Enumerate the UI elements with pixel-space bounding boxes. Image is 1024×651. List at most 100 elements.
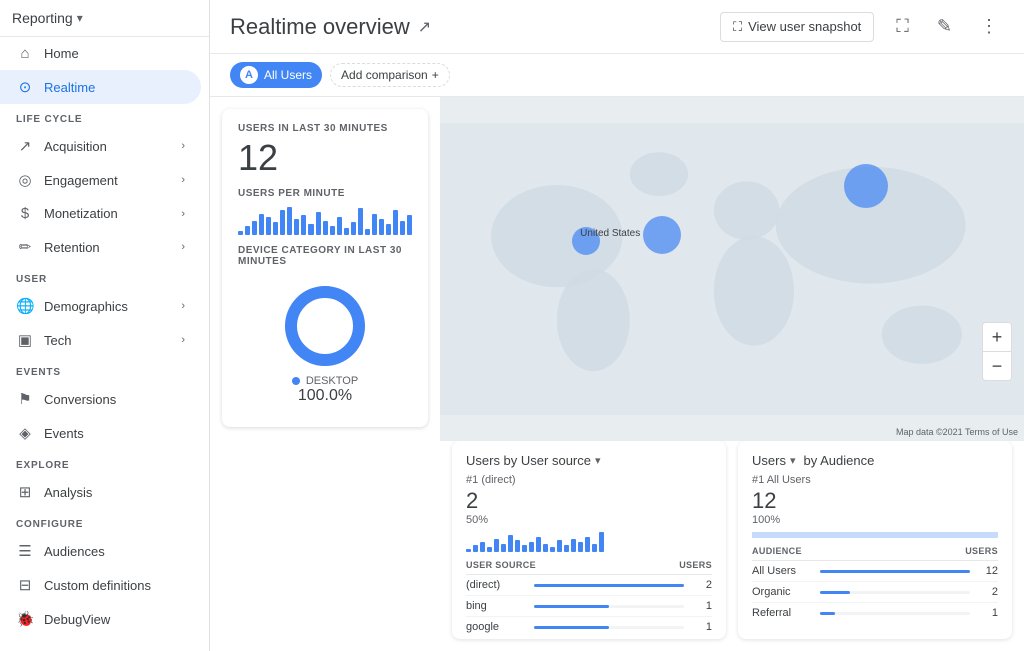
add-comparison-label: Add comparison: [341, 68, 428, 82]
user-source-title: Users by User source ▾: [466, 453, 712, 468]
source-table: USER SOURCE USERS (direct) 2 bing 1 goog…: [466, 560, 712, 637]
spark-bar-item: [529, 542, 534, 552]
spark-bar-item: [550, 547, 555, 552]
bottom-panels: Users by User source ▾ #1 (direct) 2 50%…: [440, 441, 1024, 651]
mini-bar-item: [301, 215, 306, 234]
spark-bar-item: [557, 540, 562, 552]
row-bar: [820, 591, 850, 594]
row-bar: [534, 605, 609, 608]
audience-table: AUDIENCE USERS All Users 12 Organic 2 Re…: [752, 546, 998, 627]
share-button[interactable]: ⋮: [974, 10, 1004, 43]
mini-bar-item: [393, 210, 398, 235]
donut-chart: DESKTOP 100.0%: [238, 273, 412, 413]
row-bar: [534, 584, 684, 587]
row-value: 1: [692, 600, 712, 612]
mini-bar-item: [252, 221, 257, 235]
demographics-icon: 🌐: [16, 297, 34, 315]
sidebar-item-realtime[interactable]: ⊙ Realtime: [0, 70, 201, 104]
table-row: Organic 2: [752, 582, 998, 603]
row-audience: All Users: [752, 565, 812, 577]
view-snapshot-button[interactable]: ⛶ View user snapshot: [720, 12, 874, 42]
sidebar: Reporting ▾ ⌂ Home ⊙ Realtime LIFE CYCLE…: [0, 0, 210, 651]
add-icon: +: [432, 68, 439, 82]
source-name: (direct): [481, 474, 515, 486]
sidebar-label-realtime: Realtime: [44, 80, 95, 95]
row-bar-wrap: [534, 605, 684, 608]
sidebar-label-monetization: Monetization: [44, 206, 118, 221]
audience-name: All Users: [767, 474, 811, 486]
home-icon: ⌂: [16, 45, 34, 62]
mini-bar-item: [344, 228, 349, 235]
audience-table-rows: All Users 12 Organic 2 Referral 1: [752, 561, 998, 623]
world-map: United States: [440, 97, 1024, 441]
mini-bar-item: [259, 214, 264, 235]
events-section: EVENTS: [0, 357, 209, 382]
mini-bar-item: [245, 226, 250, 235]
sidebar-item-audiences[interactable]: ☰ Audiences: [0, 534, 201, 568]
zoom-out-button[interactable]: −: [983, 352, 1011, 380]
sidebar-item-events[interactable]: ◈ Events: [0, 416, 201, 450]
edit-button[interactable]: ✎: [931, 10, 958, 43]
sidebar-item-tech[interactable]: ▣ Tech ›: [0, 323, 201, 357]
spark-bar-item: [585, 537, 590, 552]
topbar-actions: ⛶ View user snapshot ⛶ ✎ ⋮: [720, 10, 1004, 43]
user-source-chevron: ▾: [595, 454, 601, 467]
audience-table-header: AUDIENCE USERS: [752, 546, 998, 561]
table-row: Referral 1: [752, 603, 998, 623]
row-bar-wrap: [820, 612, 970, 615]
donut-dot: [292, 377, 300, 385]
configure-section: CONFIGURE: [0, 509, 209, 534]
source-table-header: USER SOURCE USERS: [466, 560, 712, 575]
mini-bar-item: [280, 210, 285, 235]
spark-bar-item: [543, 544, 548, 552]
audience-rank-label: #1: [752, 474, 764, 486]
sidebar-item-monetization[interactable]: $ Monetization ›: [0, 197, 201, 230]
mini-bar-item: [351, 222, 356, 234]
user-source-label: Users by User source: [466, 453, 591, 468]
monetization-expand: ›: [181, 208, 185, 220]
demographics-expand: ›: [181, 300, 185, 312]
sidebar-item-acquisition[interactable]: ↗ Acquisition ›: [0, 129, 201, 163]
zoom-in-button[interactable]: +: [983, 323, 1011, 351]
sidebar-item-custom-definitions[interactable]: ⊟ Custom definitions: [0, 568, 201, 602]
events-icon: ◈: [16, 424, 34, 442]
all-users-badge[interactable]: A All Users: [230, 62, 322, 88]
spark-bar-item: [599, 532, 604, 552]
source-sparkline: [466, 532, 712, 552]
users-per-minute-label: USERS PER MINUTE: [238, 188, 412, 199]
monetization-icon: $: [16, 205, 34, 222]
engagement-icon: ◎: [16, 171, 34, 189]
spark-bar-item: [571, 539, 576, 552]
source-main-value: 2: [466, 488, 712, 514]
sidebar-item-retention[interactable]: ✏ Retention ›: [0, 230, 201, 264]
sidebar-item-analysis[interactable]: ⊞ Analysis: [0, 475, 201, 509]
row-audience: Referral: [752, 607, 812, 619]
mini-bar-chart: [238, 205, 412, 235]
mini-bar-item: [287, 207, 292, 235]
sidebar-label-acquisition: Acquisition: [44, 139, 107, 154]
audience-pct: 100%: [752, 514, 998, 526]
audience-rank: #1 All Users: [752, 474, 998, 486]
row-source: google: [466, 621, 526, 633]
fullscreen-button[interactable]: ⛶: [890, 10, 915, 43]
lifecycle-section: LIFE CYCLE: [0, 104, 209, 129]
sidebar-item-engagement[interactable]: ◎ Engagement ›: [0, 163, 201, 197]
row-bar: [820, 612, 835, 615]
view-snapshot-label: View user snapshot: [748, 19, 861, 34]
mini-bar-item: [273, 222, 278, 234]
add-comparison-button[interactable]: Add comparison +: [330, 63, 450, 87]
page-title-area: Realtime overview ↗: [230, 14, 431, 40]
sidebar-item-home[interactable]: ⌂ Home: [0, 37, 201, 70]
spark-bar-item: [578, 542, 583, 552]
sidebar-item-conversions[interactable]: ⚑ Conversions: [0, 382, 201, 416]
sidebar-item-demographics[interactable]: 🌐 Demographics ›: [0, 289, 201, 323]
spark-bar-item: [508, 535, 513, 552]
reporting-header[interactable]: Reporting ▾: [0, 0, 209, 37]
analysis-icon: ⊞: [16, 483, 34, 501]
audience-chevron: ▾: [790, 454, 796, 467]
row-bar: [820, 570, 970, 573]
row-source: bing: [466, 600, 526, 612]
audiences-icon: ☰: [16, 542, 34, 560]
sidebar-item-debugview[interactable]: 🐞 DebugView: [0, 602, 201, 636]
user-section: USER: [0, 264, 209, 289]
